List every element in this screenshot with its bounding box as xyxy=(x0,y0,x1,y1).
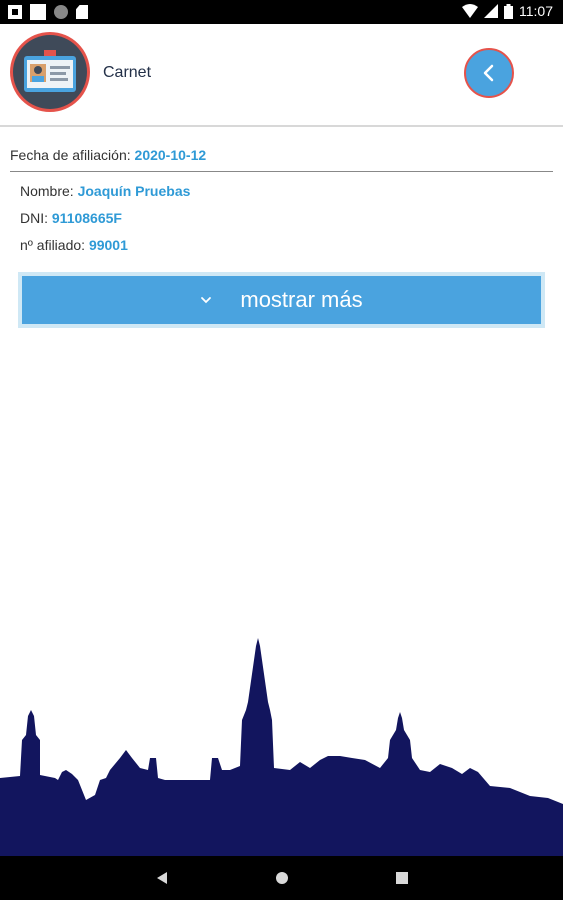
fecha-afiliacion-row: Fecha de afiliación: 2020-10-12 xyxy=(10,147,206,163)
page-title: Carnet xyxy=(103,64,152,81)
back-button[interactable] xyxy=(464,48,514,98)
fecha-value: 2020-10-12 xyxy=(134,147,207,163)
city-skyline-illustration xyxy=(0,638,563,856)
wifi-icon xyxy=(462,4,478,18)
avatar xyxy=(10,32,90,112)
nombre-value: Joaquín Pruebas xyxy=(77,183,191,199)
status-bar: 11:07 xyxy=(0,0,563,24)
afiliado-value: 99001 xyxy=(88,237,128,253)
battery-icon xyxy=(504,3,513,19)
dni-value: 91108665F xyxy=(51,210,122,226)
status-bar-right: 11:07 xyxy=(462,3,553,19)
home-circle-icon[interactable] xyxy=(275,871,289,885)
divider xyxy=(10,171,553,172)
nombre-row: Nombre: Joaquín Pruebas xyxy=(20,183,190,199)
square-icon xyxy=(30,4,46,20)
fecha-label: Fecha de afiliación: xyxy=(10,147,131,163)
id-card-icon xyxy=(24,50,76,92)
navigation-bar xyxy=(0,856,563,900)
afiliado-label: nº afiliado: xyxy=(20,237,86,253)
signal-icon xyxy=(484,4,498,18)
chevron-left-icon xyxy=(483,64,494,82)
back-triangle-icon[interactable] xyxy=(155,871,169,885)
dni-row: DNI: 91108665F xyxy=(20,210,122,226)
afiliado-row: nº afiliado: 99001 xyxy=(20,237,128,253)
show-more-button[interactable]: mostrar más xyxy=(18,272,545,328)
show-more-label: mostrar más xyxy=(240,287,363,312)
recents-square-icon[interactable] xyxy=(395,871,409,885)
app-header: Carnet xyxy=(0,24,563,127)
circle-icon xyxy=(54,5,68,19)
nombre-label: Nombre: xyxy=(20,183,74,199)
dni-label: DNI: xyxy=(20,210,48,226)
chevron-down-icon xyxy=(201,297,212,304)
clock: 11:07 xyxy=(519,3,553,19)
sd-card-icon xyxy=(76,5,88,19)
notification-icon xyxy=(8,5,22,19)
status-bar-left-icons xyxy=(8,4,88,20)
